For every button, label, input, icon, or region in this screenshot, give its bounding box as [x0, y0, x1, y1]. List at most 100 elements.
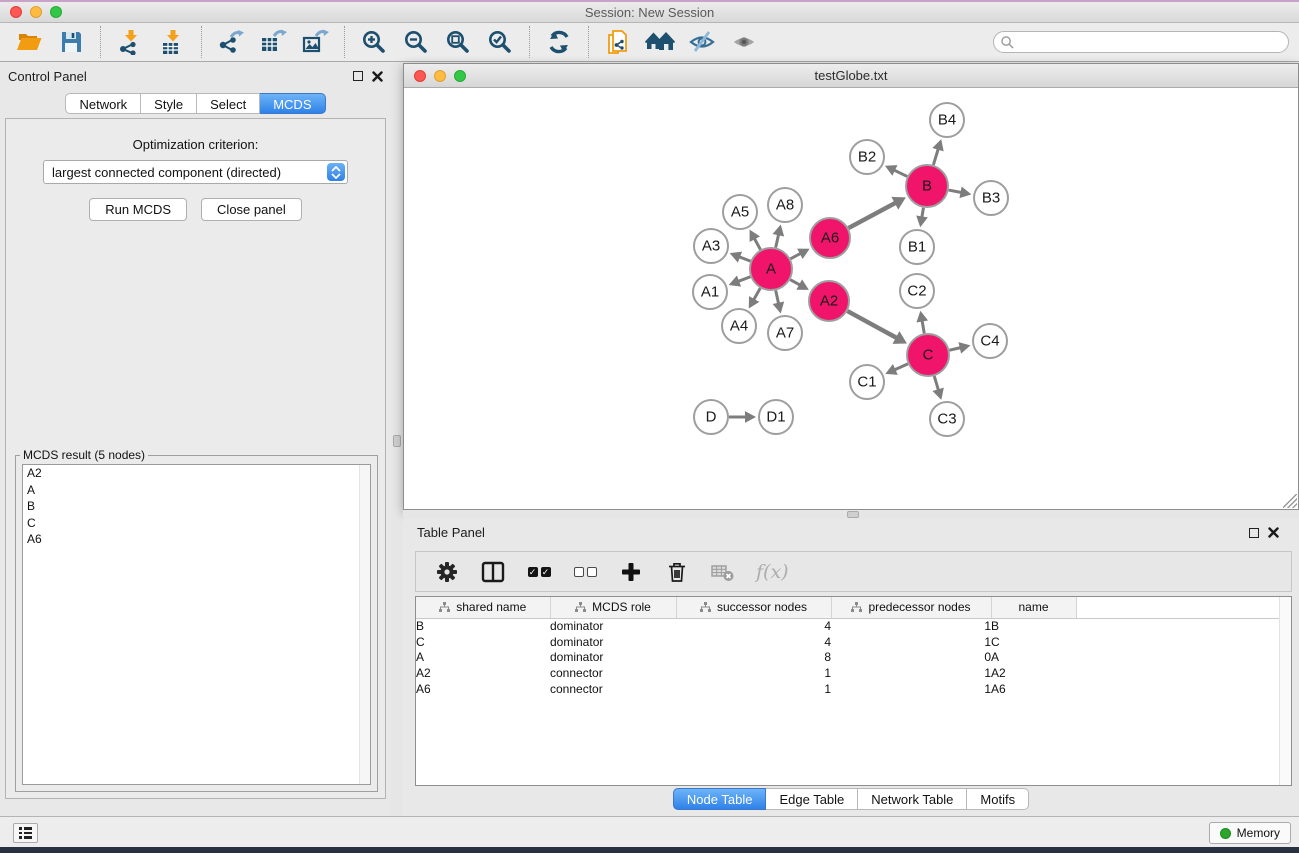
table-cell[interactable]: A6: [416, 681, 550, 697]
table-cell[interactable]: 4: [676, 618, 831, 634]
graph-edge-C-C2[interactable]: [922, 321, 924, 334]
table-cell[interactable]: connector: [550, 665, 676, 681]
tab-network[interactable]: Network: [65, 93, 141, 114]
graph-edge-A-A3[interactable]: [739, 257, 750, 261]
column-header-MCDS-role[interactable]: MCDS role: [550, 597, 676, 618]
zoom-in-button[interactable]: [353, 26, 395, 58]
run-mcds-button[interactable]: Run MCDS: [89, 198, 187, 221]
table-cell[interactable]: 1: [676, 665, 831, 681]
table-cell[interactable]: C: [416, 634, 550, 650]
table-cell[interactable]: 1: [676, 681, 831, 697]
table-row[interactable]: A6connector11A6: [416, 681, 1281, 697]
import-table-button[interactable]: [151, 26, 193, 58]
table-cell[interactable]: 8: [676, 650, 831, 666]
mcds-result-item[interactable]: B: [23, 498, 370, 515]
export-table-button[interactable]: [252, 26, 294, 58]
vertical-splitter[interactable]: [391, 63, 403, 816]
table-cell[interactable]: 1: [831, 681, 991, 697]
tab-mcds[interactable]: MCDS: [260, 93, 325, 114]
table-cell[interactable]: C: [991, 634, 1076, 650]
column-header-name[interactable]: name: [991, 597, 1076, 618]
mcds-result-list[interactable]: A2ABCA6: [22, 464, 371, 785]
table-cell[interactable]: connector: [550, 681, 676, 697]
clone-network-button[interactable]: [597, 26, 639, 58]
close-panel-button[interactable]: Close panel: [201, 198, 302, 221]
hide-details-button[interactable]: [681, 26, 723, 58]
mcds-result-item[interactable]: A6: [23, 531, 370, 548]
open-session-button[interactable]: [8, 26, 50, 58]
table-row[interactable]: Bdominator41B: [416, 618, 1281, 634]
add-column-button[interactable]: [618, 559, 644, 585]
graph-edge-A2-C[interactable]: [847, 311, 896, 338]
graph-edge-B-B3[interactable]: [949, 190, 962, 192]
table-cell[interactable]: A2: [416, 665, 550, 681]
graph-edge-A-A5[interactable]: [754, 238, 760, 249]
graph-edge-A-A2[interactable]: [790, 280, 800, 285]
horizontal-splitter[interactable]: [403, 510, 1299, 519]
table-cell[interactable]: B: [416, 618, 550, 634]
graph-edge-A6-B[interactable]: [849, 203, 896, 228]
table-cell[interactable]: dominator: [550, 650, 676, 666]
graph-edge-A-A1[interactable]: [738, 277, 750, 282]
table-cell[interactable]: 1: [831, 665, 991, 681]
mcds-list-scrollbar[interactable]: [359, 465, 370, 784]
table-cell[interactable]: 4: [676, 634, 831, 650]
graph-edge-B-B4[interactable]: [933, 149, 938, 165]
network-canvas[interactable]: B4B2BB3A5A8A6A3B1AA1C2A2A4A7C4CC1C3DD1: [404, 88, 1298, 509]
graph-edge-C-C3[interactable]: [934, 376, 938, 390]
import-network-button[interactable]: [109, 26, 151, 58]
function-builder-button[interactable]: f(x): [756, 559, 789, 585]
zoom-selected-button[interactable]: [479, 26, 521, 58]
deselect-all-checkbox-button[interactable]: [572, 559, 598, 585]
column-header-successor-nodes[interactable]: successor nodes: [676, 597, 831, 618]
table-settings-gear-button[interactable]: [434, 559, 460, 585]
select-all-checkbox-button[interactable]: ✓✓: [526, 559, 552, 585]
node-table-grid[interactable]: shared nameMCDS rolesuccessor nodesprede…: [416, 597, 1281, 697]
home-button[interactable]: [639, 26, 681, 58]
graph-edge-B-B2[interactable]: [894, 170, 907, 176]
tab-edge-table[interactable]: Edge Table: [766, 788, 858, 810]
column-header-shared-name[interactable]: shared name: [416, 597, 550, 618]
table-cell[interactable]: 0: [831, 650, 991, 666]
vertical-splitter-handle[interactable]: [393, 435, 401, 447]
delete-table-button[interactable]: [710, 559, 736, 585]
window-resize-grip[interactable]: [1283, 494, 1297, 508]
graph-edge-B-B1[interactable]: [922, 208, 924, 218]
table-cell[interactable]: A: [991, 650, 1076, 666]
zoom-fit-button[interactable]: [437, 26, 479, 58]
table-cell[interactable]: 1: [831, 634, 991, 650]
table-row[interactable]: Cdominator41C: [416, 634, 1281, 650]
float-panel-icon[interactable]: [353, 71, 363, 81]
table-cell[interactable]: A2: [991, 665, 1076, 681]
table-close-panel-icon[interactable]: [1268, 527, 1279, 538]
graph-edge-A-A7[interactable]: [776, 290, 779, 303]
delete-column-button[interactable]: [664, 559, 690, 585]
show-details-button[interactable]: [723, 26, 765, 58]
tab-select[interactable]: Select: [197, 93, 260, 114]
mcds-result-item[interactable]: A: [23, 482, 370, 499]
network-window-titlebar[interactable]: testGlobe.txt: [404, 64, 1298, 88]
tab-style[interactable]: Style: [141, 93, 197, 114]
mcds-result-item[interactable]: C: [23, 515, 370, 532]
graph-edge-C-C4[interactable]: [949, 348, 960, 351]
memory-button[interactable]: Memory: [1209, 822, 1291, 844]
horizontal-splitter-handle[interactable]: [847, 511, 859, 518]
table-float-panel-icon[interactable]: [1249, 528, 1259, 538]
table-cell[interactable]: dominator: [550, 618, 676, 634]
search-input[interactable]: [1015, 33, 1288, 51]
graph-edge-A-A8[interactable]: [776, 234, 779, 247]
zoom-out-button[interactable]: [395, 26, 437, 58]
tab-node-table[interactable]: Node Table: [673, 788, 767, 810]
column-header-predecessor-nodes[interactable]: predecessor nodes: [831, 597, 991, 618]
refresh-layout-button[interactable]: [538, 26, 580, 58]
save-session-button[interactable]: [50, 26, 92, 58]
table-row[interactable]: A2connector11A2: [416, 665, 1281, 681]
table-cell[interactable]: 1: [831, 618, 991, 634]
optimization-criterion-select[interactable]: largest connected component (directed): [43, 160, 348, 184]
close-panel-icon[interactable]: [372, 71, 383, 82]
export-image-button[interactable]: [294, 26, 336, 58]
mcds-result-item[interactable]: A2: [23, 465, 370, 482]
table-row[interactable]: Adominator80A: [416, 650, 1281, 666]
graph-edge-A-A6[interactable]: [790, 253, 800, 258]
column-layout-button[interactable]: [480, 559, 506, 585]
